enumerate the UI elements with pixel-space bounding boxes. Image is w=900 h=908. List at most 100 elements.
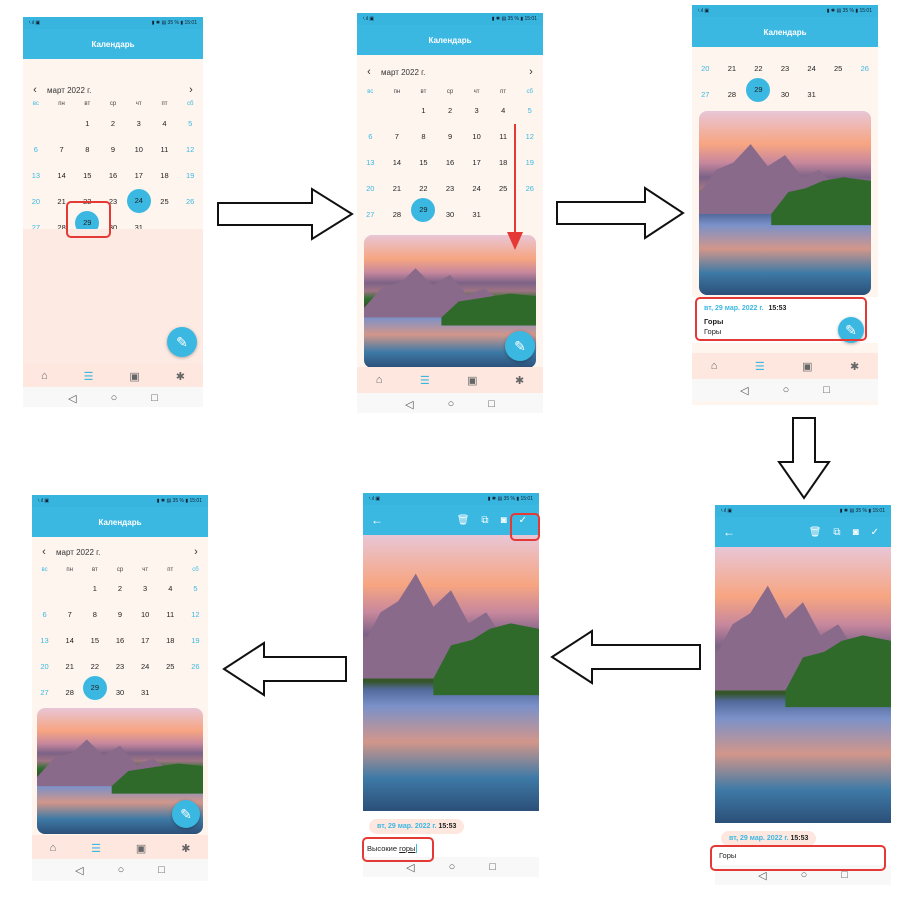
day-cell[interactable]: 5	[177, 119, 203, 128]
day-cell[interactable]: 9	[437, 132, 464, 141]
day-cell[interactable]: 20	[692, 64, 719, 73]
day-cell[interactable]: 30	[437, 210, 464, 219]
day-cell[interactable]: 12	[177, 145, 203, 154]
day-cell[interactable]: 1	[410, 106, 437, 115]
day-cell[interactable]: 16	[100, 171, 126, 180]
day-cell[interactable]: 24	[463, 184, 490, 193]
day-cell[interactable]: 8	[410, 132, 437, 141]
day-cell[interactable]: 9	[107, 610, 132, 619]
day-cell[interactable]: 16	[107, 636, 132, 645]
day-cell[interactable]: 28	[384, 210, 411, 219]
gallery-icon[interactable]: ▣	[129, 370, 139, 383]
day-cell[interactable]: 21	[57, 662, 82, 671]
back-icon[interactable]: ◁	[75, 864, 83, 877]
day-cell[interactable]: 4	[490, 106, 517, 115]
edit-fab[interactable]: ✎	[505, 331, 535, 361]
day-cell[interactable]: 21	[384, 184, 411, 193]
back-icon[interactable]: ◁	[68, 392, 76, 405]
day-cell[interactable]: 26	[177, 197, 203, 206]
day-cell[interactable]: 24	[798, 64, 825, 73]
day-cell[interactable]: 13	[23, 171, 49, 180]
day-cell[interactable]: 19	[183, 636, 208, 645]
day-cell[interactable]: 6	[357, 132, 384, 141]
day-cell[interactable]: 3	[463, 106, 490, 115]
day-cell[interactable]: 25	[158, 662, 183, 671]
day-cell[interactable]: 10	[463, 132, 490, 141]
day-cell-selected[interactable]: 291	[745, 77, 777, 125]
gallery-icon[interactable]: ▣	[467, 374, 477, 387]
gallery-icon[interactable]: ▣	[802, 360, 812, 373]
day-cell[interactable]: 5	[183, 584, 208, 593]
day-cell[interactable]: 26	[851, 64, 878, 73]
day-cell[interactable]: 12	[183, 610, 208, 619]
home-icon[interactable]: ⌂	[711, 360, 718, 372]
arrow-left-icon[interactable]: ←	[723, 525, 735, 539]
copy-icon[interactable]: ⧉	[833, 527, 840, 538]
day-cell[interactable]: 26	[183, 662, 208, 671]
day-cell[interactable]: 11	[158, 610, 183, 619]
edit-fab[interactable]: ✎	[167, 327, 197, 357]
next-month-button[interactable]: ›	[179, 84, 203, 96]
day-cell[interactable]: 22	[410, 184, 437, 193]
day-cell[interactable]: 16	[437, 158, 464, 167]
day-cell[interactable]: 30	[772, 90, 799, 99]
trash-icon[interactable]: 🗑	[809, 527, 822, 538]
day-cell[interactable]: 3	[126, 119, 152, 128]
list-icon[interactable]: ☰	[420, 374, 430, 387]
day-cell-selected[interactable]: 291	[410, 197, 442, 245]
day-cell[interactable]: 9	[100, 145, 126, 154]
recents-icon[interactable]: □	[488, 398, 495, 410]
day-cell[interactable]: 2	[107, 584, 132, 593]
day-cell[interactable]: 1	[74, 119, 100, 128]
day-cell[interactable]: 23	[107, 662, 132, 671]
list-icon[interactable]: ☰	[755, 360, 765, 373]
day-cell[interactable]: 27	[357, 210, 384, 219]
day-cell[interactable]: 1	[82, 584, 107, 593]
home-icon[interactable]: ⌂	[41, 370, 48, 382]
day-cell[interactable]: 20	[23, 197, 49, 206]
day-cell[interactable]: 6	[23, 145, 49, 154]
day-cell[interactable]: 15	[410, 158, 437, 167]
day-cell[interactable]: 2	[100, 119, 126, 128]
day-cell[interactable]: 27	[692, 90, 719, 99]
day-cell[interactable]: 14	[49, 171, 75, 180]
home-circle-icon[interactable]: ○	[449, 861, 456, 873]
day-cell[interactable]: 20	[32, 662, 57, 671]
day-cell[interactable]: 7	[57, 610, 82, 619]
day-cell[interactable]: 15	[74, 171, 100, 180]
day-cell[interactable]: 17	[133, 636, 158, 645]
day-cell[interactable]: 25	[825, 64, 852, 73]
home-circle-icon[interactable]: ○	[783, 384, 790, 396]
day-cell[interactable]: 13	[32, 636, 57, 645]
recents-icon[interactable]: □	[489, 861, 496, 873]
day-cell[interactable]: 6	[32, 610, 57, 619]
back-icon[interactable]: ◁	[405, 398, 413, 411]
arrow-left-icon[interactable]: ←	[371, 513, 383, 527]
day-cell[interactable]: 14	[57, 636, 82, 645]
day-cell[interactable]: 31	[798, 90, 825, 99]
settings-icon[interactable]: ✱	[515, 374, 524, 387]
home-icon[interactable]: ⌂	[49, 842, 56, 854]
day-cell[interactable]: 3	[133, 584, 158, 593]
back-icon[interactable]: ◁	[406, 861, 414, 874]
edit-fab[interactable]: ✎	[172, 800, 200, 828]
home-circle-icon[interactable]: ○	[118, 864, 125, 876]
day-cell[interactable]: 18	[158, 636, 183, 645]
day-cell[interactable]: 8	[82, 610, 107, 619]
day-cell-today[interactable]: 24	[126, 189, 152, 213]
day-cell[interactable]: 7	[49, 145, 75, 154]
day-cell[interactable]: 5	[516, 106, 543, 115]
next-month-button[interactable]: ›	[519, 66, 543, 78]
day-cell[interactable]: 28	[719, 90, 746, 99]
home-icon[interactable]: ⌂	[376, 374, 383, 386]
camera-icon[interactable]: ◙	[853, 527, 859, 538]
day-cell[interactable]: 8	[74, 145, 100, 154]
camera-icon[interactable]: ◙	[501, 515, 507, 526]
entry-photo[interactable]	[699, 111, 871, 295]
prev-month-button[interactable]: ‹	[23, 84, 47, 96]
day-cell[interactable]: 2	[437, 106, 464, 115]
next-month-button[interactable]: ›	[184, 546, 208, 558]
day-cell[interactable]: 24	[133, 662, 158, 671]
prev-month-button[interactable]: ‹	[32, 546, 56, 558]
day-cell[interactable]: 23	[437, 184, 464, 193]
